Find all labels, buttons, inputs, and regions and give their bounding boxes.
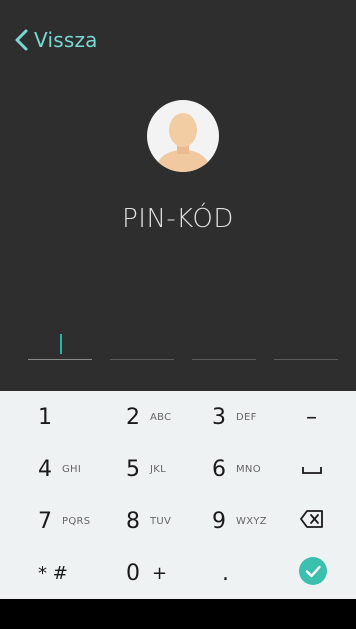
pin-digit-slot[interactable] xyxy=(274,330,338,360)
user-avatar-icon xyxy=(147,100,219,172)
key-9[interactable]: 9 WXYZ xyxy=(212,495,267,547)
key-4[interactable]: 4 GHI xyxy=(38,443,81,495)
key-digit: 1 xyxy=(38,404,52,430)
pin-digit-slot[interactable] xyxy=(28,330,92,360)
slot-underline xyxy=(274,359,338,360)
numeric-keypad: 1 2 ABC 3 DEF – 4 GHI 5 JKL 6 MNO 7 PQRS… xyxy=(0,391,356,599)
key-digit: 9 xyxy=(212,508,226,534)
back-label: Vissza xyxy=(34,28,98,52)
key-6[interactable]: 6 MNO xyxy=(212,443,261,495)
key-letters: GHI xyxy=(62,463,82,475)
star-hash-key[interactable]: * # xyxy=(38,547,68,599)
chevron-left-icon xyxy=(14,29,28,51)
slot-underline xyxy=(28,359,92,360)
slot-underline xyxy=(110,359,174,360)
key-digit: 5 xyxy=(126,456,140,482)
backspace-key[interactable] xyxy=(300,495,324,547)
key-digit: 0 xyxy=(126,560,140,586)
key-symbol: + xyxy=(152,562,168,584)
key-5[interactable]: 5 JKL xyxy=(126,443,166,495)
pin-digit-slot[interactable] xyxy=(192,330,256,360)
minus-label: – xyxy=(306,404,317,430)
key-digit: . xyxy=(222,560,229,586)
done-button[interactable] xyxy=(298,547,328,599)
key-3[interactable]: 3 DEF xyxy=(212,391,257,443)
slot-underline xyxy=(192,359,256,360)
key-digit: 7 xyxy=(38,508,52,534)
key-letters: MNO xyxy=(236,463,261,475)
key-8[interactable]: 8 TUV xyxy=(126,495,171,547)
key-2[interactable]: 2 ABC xyxy=(126,391,171,443)
key-letters: JKL xyxy=(150,463,166,475)
space-key[interactable] xyxy=(302,443,322,495)
pin-header-area: Vissza PIN-KÓD xyxy=(0,0,356,391)
text-cursor xyxy=(60,334,62,354)
key-1[interactable]: 1 xyxy=(38,391,52,443)
key-digit: 6 xyxy=(212,456,226,482)
key-digit: * # xyxy=(38,562,68,584)
pin-digit-slot[interactable] xyxy=(110,330,174,360)
back-button[interactable]: Vissza xyxy=(14,22,98,58)
pin-entry-field[interactable] xyxy=(0,330,356,360)
key-digit: 8 xyxy=(126,508,140,534)
space-icon xyxy=(302,460,322,479)
key-digit: 3 xyxy=(212,404,226,430)
page-title: PIN-KÓD xyxy=(122,204,234,234)
key-digit: 2 xyxy=(126,404,140,430)
key-letters: WXYZ xyxy=(236,515,267,527)
backspace-icon xyxy=(300,510,324,532)
key-letters: TUV xyxy=(150,515,172,527)
key-letters: PQRS xyxy=(62,515,91,527)
key-letters: DEF xyxy=(236,411,257,423)
pin-screen: Vissza PIN-KÓD 1 2 ABC 3 DEF – 4 GHI 5 J… xyxy=(0,0,356,629)
key-0[interactable]: 0 + xyxy=(126,547,167,599)
system-nav-bar xyxy=(0,599,356,629)
key-digit: 4 xyxy=(38,456,52,482)
dot-key[interactable]: . xyxy=(222,547,229,599)
key-7[interactable]: 7 PQRS xyxy=(38,495,90,547)
key-letters: ABC xyxy=(150,411,172,423)
done-check-icon xyxy=(298,556,328,590)
minus-key[interactable]: – xyxy=(306,391,317,443)
